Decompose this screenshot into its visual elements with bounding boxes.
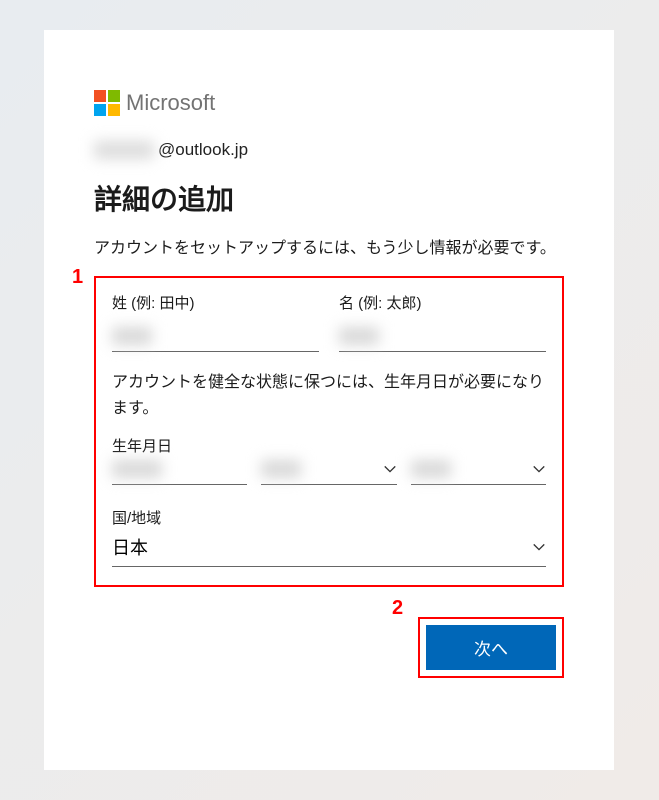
annotation-1: 1 (72, 266, 83, 289)
chevron-down-icon (383, 462, 397, 476)
dob-month-masked: xx (261, 460, 301, 478)
chevron-down-icon (532, 462, 546, 476)
signup-card: Microsoft xxxxx @outlook.jp 詳細の追加 アカウントを… (44, 30, 614, 770)
country-select[interactable]: 日本 (112, 528, 546, 567)
footer-actions: 2 次へ (94, 617, 564, 678)
email-local-masked: xxxxx (94, 141, 154, 159)
next-button-highlight: 2 次へ (418, 617, 564, 678)
dob-day-select[interactable]: xx (411, 456, 546, 485)
page-subtitle: アカウントをセットアップするには、もう少し情報が必要です。 (94, 234, 564, 258)
microsoft-logo-icon (94, 90, 120, 116)
chevron-down-icon (532, 540, 546, 554)
country-value: 日本 (112, 534, 148, 560)
dob-label: 生年月日 (112, 438, 172, 455)
next-button[interactable]: 次へ (426, 625, 556, 670)
last-name-label: 姓 (例: 田中) (112, 292, 319, 313)
first-name-label: 名 (例: 太郎) (339, 292, 546, 313)
last-name-input[interactable]: xx (112, 323, 319, 352)
dob-month-select[interactable]: xx (261, 456, 396, 485)
microsoft-logo-text: Microsoft (126, 90, 215, 116)
page-title: 詳細の追加 (94, 178, 564, 218)
account-email: xxxxx @outlook.jp (94, 140, 564, 160)
dob-year-select[interactable]: xxxx (112, 456, 247, 485)
microsoft-logo: Microsoft (94, 90, 564, 116)
first-name-value-masked: xx (339, 327, 379, 345)
last-name-value-masked: xx (112, 327, 152, 345)
dob-day-masked: xx (411, 460, 451, 478)
dob-year-masked: xxxx (112, 460, 162, 478)
form-section-highlight: 1 姓 (例: 田中) xx 名 (例: 太郎) xx アカウントを健全な状態に… (94, 276, 564, 587)
annotation-2: 2 (392, 597, 403, 620)
first-name-input[interactable]: xx (339, 323, 546, 352)
email-domain: @outlook.jp (158, 140, 248, 160)
country-label: 国/地域 (112, 510, 161, 527)
dob-info-text: アカウントを健全な状態に保つには、生年月日が必要になります。 (112, 370, 546, 421)
